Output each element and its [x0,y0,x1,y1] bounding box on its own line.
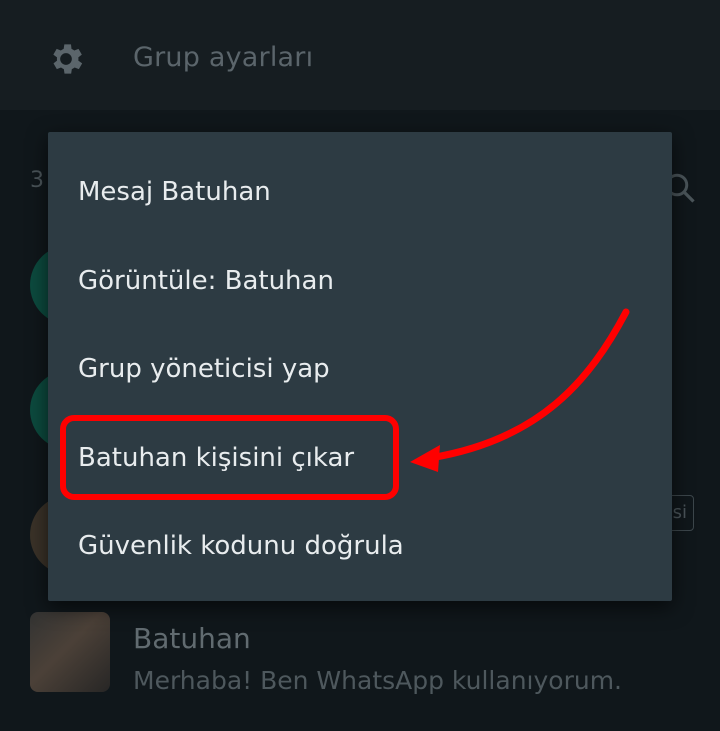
menu-item-view[interactable]: Görüntüle: Batuhan [48,237,672,326]
gear-icon[interactable] [46,39,86,79]
app-header: Grup ayarları [0,0,720,110]
contact-name[interactable]: Batuhan [133,622,251,655]
context-menu: Mesaj Batuhan Görüntüle: Batuhan Grup yö… [48,132,672,601]
header-title: Grup ayarları [133,42,314,73]
participant-count: 3 [30,168,44,193]
annotation-highlight-box [60,415,399,500]
contact-avatar[interactable] [30,612,110,692]
menu-item-message[interactable]: Mesaj Batuhan [48,148,672,237]
menu-item-make-admin[interactable]: Grup yöneticisi yap [48,325,672,414]
menu-item-verify-security-code[interactable]: Güvenlik kodunu doğrula [48,502,672,591]
contact-status: Merhaba! Ben WhatsApp kullanıyorum. [133,666,623,695]
